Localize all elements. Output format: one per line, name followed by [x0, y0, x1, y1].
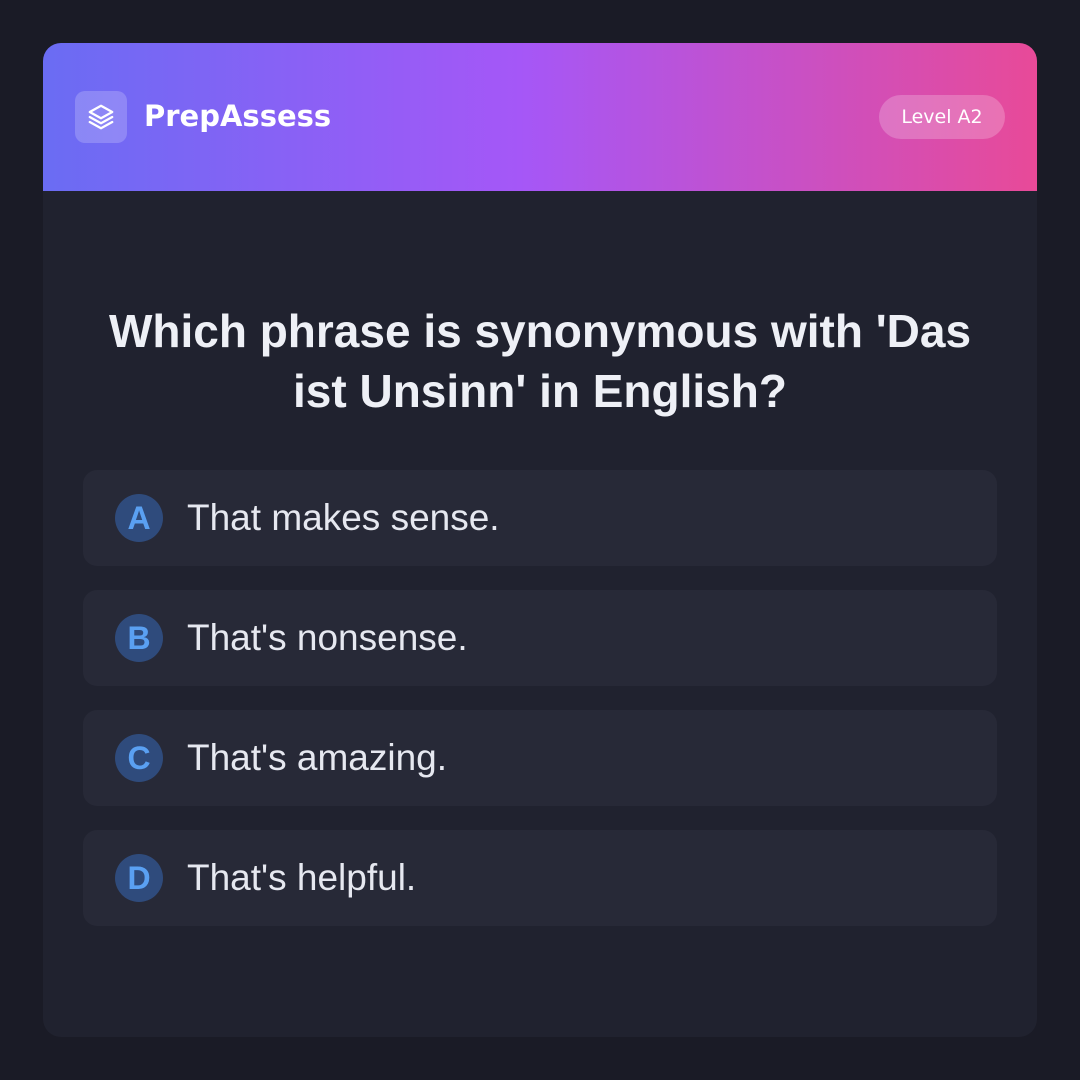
level-badge: Level A2 [879, 95, 1005, 139]
layers-icon [75, 91, 127, 143]
option-letter: A [115, 494, 163, 542]
option-a[interactable]: A That makes sense. [83, 470, 997, 566]
option-letter: D [115, 854, 163, 902]
option-letter: B [115, 614, 163, 662]
brand-name: PrepAssess [144, 99, 332, 133]
question-text: Which phrase is synonymous with 'Das ist… [108, 305, 972, 417]
option-text: That's amazing. [187, 737, 448, 778]
quiz-card: PrepAssess Level A2 Which phrase is syno… [43, 43, 1037, 1037]
option-text: That's helpful. [187, 857, 417, 898]
option-text: That's nonsense. [187, 617, 468, 658]
option-letter: C [115, 734, 163, 782]
option-b[interactable]: B That's nonsense. [83, 590, 997, 686]
header-bar: PrepAssess Level A2 [43, 43, 1037, 191]
option-c[interactable]: C That's amazing. [83, 710, 997, 806]
option-d[interactable]: D That's helpful. [83, 830, 997, 926]
option-text: That makes sense. [187, 497, 500, 538]
